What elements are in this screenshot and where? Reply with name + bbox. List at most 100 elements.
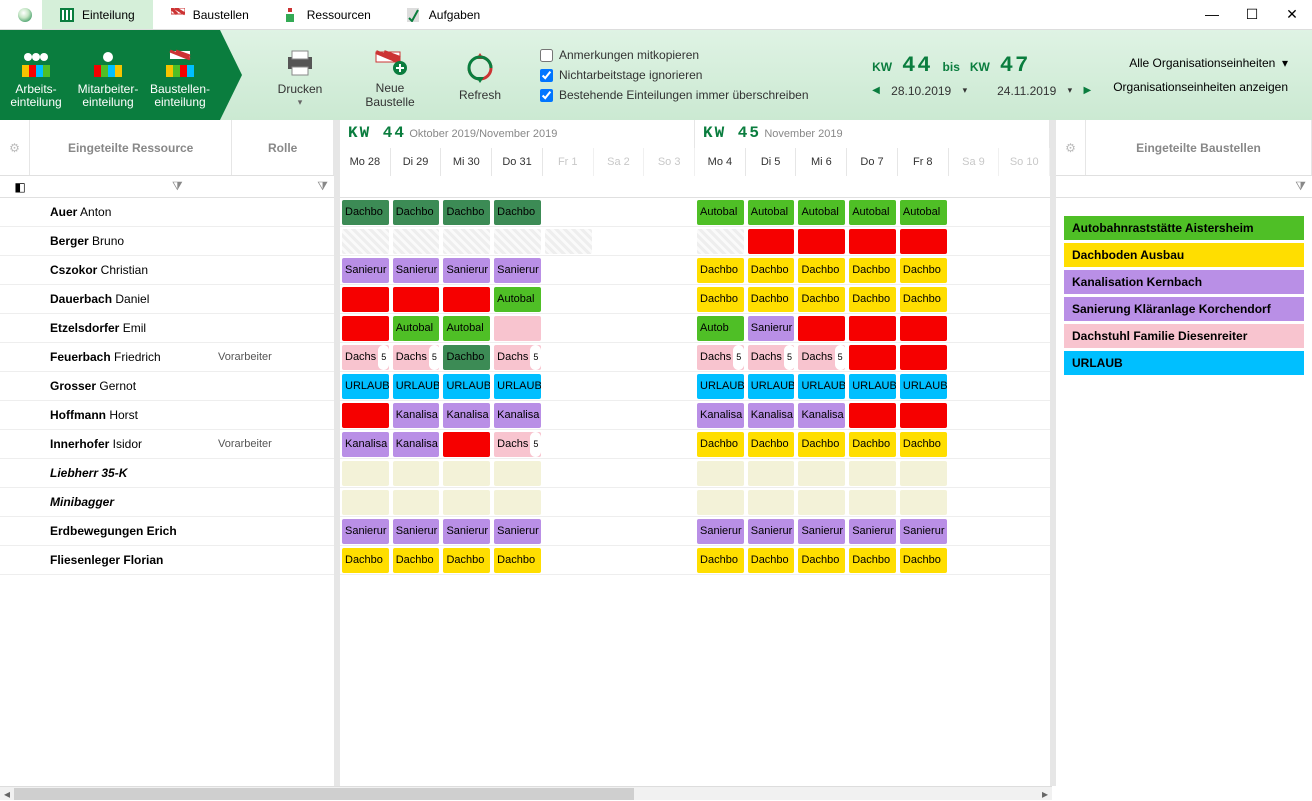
schedule-cell[interactable] (545, 316, 592, 341)
schedule-cell[interactable]: Dachbo (697, 287, 744, 312)
schedule-cell[interactable] (393, 287, 440, 312)
gear-icon[interactable]: ⚙ (0, 120, 30, 175)
schedule-cell[interactable]: Dachbo (393, 548, 440, 573)
schedule-cell[interactable] (494, 229, 541, 254)
schedule-cell[interactable]: Kanalisa (342, 432, 389, 457)
schedule-cell[interactable]: Dachs5 (393, 345, 440, 370)
schedule-cell[interactable]: Dachbo (849, 287, 896, 312)
schedule-cell[interactable] (545, 374, 592, 399)
schedule-cell[interactable] (545, 403, 592, 428)
site-item[interactable]: Kanalisation Kernbach (1064, 270, 1304, 294)
schedule-cell[interactable] (951, 287, 998, 312)
resource-row[interactable]: Minibagger (0, 488, 334, 517)
day-header[interactable]: So 10 (999, 148, 1050, 176)
schedule-cell[interactable] (596, 548, 643, 573)
schedule-cell[interactable] (646, 287, 693, 312)
schedule-cell[interactable]: Sanierur (748, 316, 795, 341)
schedule-cell[interactable] (646, 345, 693, 370)
schedule-cell[interactable]: Dachs5 (697, 345, 744, 370)
schedule-cell[interactable] (596, 316, 643, 341)
day-header[interactable]: Do 7 (847, 148, 898, 176)
schedule-cell[interactable]: Dachbo (849, 432, 896, 457)
schedule-cell[interactable]: Autob (697, 316, 744, 341)
schedule-cell[interactable] (596, 200, 643, 225)
schedule-cell[interactable]: URLAUB (900, 374, 947, 399)
schedule-cell[interactable]: Dachbo (798, 258, 845, 283)
schedule-cell[interactable]: Sanierur (900, 519, 947, 544)
day-header[interactable]: Fr 8 (898, 148, 949, 176)
schedule-cell[interactable] (900, 461, 947, 486)
schedule-cell[interactable] (951, 345, 998, 370)
schedule-cell[interactable]: Autobal (849, 200, 896, 225)
site-item[interactable]: URLAUB (1064, 351, 1304, 375)
schedule-cell[interactable] (596, 519, 643, 544)
schedule-cell[interactable] (393, 461, 440, 486)
schedule-cell[interactable] (545, 229, 592, 254)
schedule-cell[interactable]: Dachs5 (494, 345, 541, 370)
schedule-cell[interactable]: Dachbo (798, 432, 845, 457)
schedule-cell[interactable] (443, 229, 490, 254)
ribbon-refresh[interactable]: Refresh (444, 48, 516, 102)
schedule-cell[interactable]: Kanalisa (697, 403, 744, 428)
ribbon-baustelleneinteilung[interactable]: Baustellen- einteilung (144, 41, 216, 109)
col-resource[interactable]: Eingeteilte Ressource (30, 120, 232, 175)
schedule-cell[interactable]: Autobal (748, 200, 795, 225)
site-item[interactable]: Autobahnraststätte Aistersheim (1064, 216, 1304, 240)
schedule-cell[interactable] (748, 490, 795, 515)
tab-aufgaben[interactable]: Aufgaben (389, 0, 498, 29)
schedule-cell[interactable]: URLAUB (494, 374, 541, 399)
day-header[interactable]: Di 5 (746, 148, 797, 176)
schedule-cell[interactable]: Kanalisa (494, 403, 541, 428)
schedule-cell[interactable] (545, 258, 592, 283)
schedule-cell[interactable] (951, 461, 998, 486)
schedule-cell[interactable] (342, 316, 389, 341)
schedule-cell[interactable] (748, 229, 795, 254)
scroll-left-icon[interactable]: ◂ (0, 787, 14, 801)
schedule-cell[interactable] (951, 490, 998, 515)
filter-icon[interactable]: ⧩ (317, 179, 328, 194)
schedule-cell[interactable] (545, 519, 592, 544)
ribbon-arbeitseinteilung[interactable]: Arbeits- einteilung (0, 41, 72, 109)
schedule-cell[interactable] (393, 229, 440, 254)
schedule-cell[interactable] (1001, 403, 1048, 428)
schedule-cell[interactable] (596, 403, 643, 428)
site-item[interactable]: Dachboden Ausbau (1064, 243, 1304, 267)
scrollbar-thumb[interactable] (14, 788, 634, 800)
day-header[interactable]: Mo 4 (695, 148, 746, 176)
schedule-cell[interactable]: Dachbo (798, 548, 845, 573)
schedule-cell[interactable] (494, 316, 541, 341)
schedule-cell[interactable] (1001, 345, 1048, 370)
schedule-cell[interactable]: Dachbo (443, 345, 490, 370)
schedule-cell[interactable] (798, 490, 845, 515)
select-all-checkbox[interactable]: ◧ (0, 180, 40, 194)
schedule-cell[interactable]: Dachbo (900, 287, 947, 312)
check-comments[interactable]: Anmerkungen mitkopieren (540, 48, 809, 62)
tab-baustellen[interactable]: Baustellen (153, 0, 267, 29)
schedule-cell[interactable] (646, 229, 693, 254)
schedule-cell[interactable]: Dachbo (849, 548, 896, 573)
day-header[interactable]: Sa 9 (949, 148, 1000, 176)
schedule-cell[interactable] (798, 461, 845, 486)
schedule-cell[interactable] (1001, 548, 1048, 573)
schedule-cell[interactable] (342, 229, 389, 254)
schedule-cell[interactable] (951, 519, 998, 544)
day-header[interactable]: Sa 2 (594, 148, 645, 176)
schedule-cell[interactable]: Sanierur (494, 519, 541, 544)
schedule-cell[interactable] (596, 287, 643, 312)
resource-row[interactable]: Innerhofer IsidorVorarbeiter (0, 430, 334, 459)
schedule-cell[interactable]: Dachs5 (494, 432, 541, 457)
schedule-cell[interactable]: Dachbo (900, 258, 947, 283)
schedule-cell[interactable] (443, 461, 490, 486)
schedule-cell[interactable] (1001, 316, 1048, 341)
schedule-cell[interactable]: Dachbo (900, 548, 947, 573)
schedule-cell[interactable] (646, 548, 693, 573)
schedule-cell[interactable] (849, 345, 896, 370)
schedule-cell[interactable] (900, 316, 947, 341)
schedule-cell[interactable] (646, 432, 693, 457)
day-header[interactable]: Mi 6 (796, 148, 847, 176)
schedule-cell[interactable]: Kanalisa (443, 403, 490, 428)
schedule-cell[interactable] (596, 432, 643, 457)
schedule-cell[interactable] (342, 461, 389, 486)
schedule-cell[interactable]: Dachbo (900, 432, 947, 457)
ribbon-new-site[interactable]: Neue Baustelle (354, 41, 426, 109)
